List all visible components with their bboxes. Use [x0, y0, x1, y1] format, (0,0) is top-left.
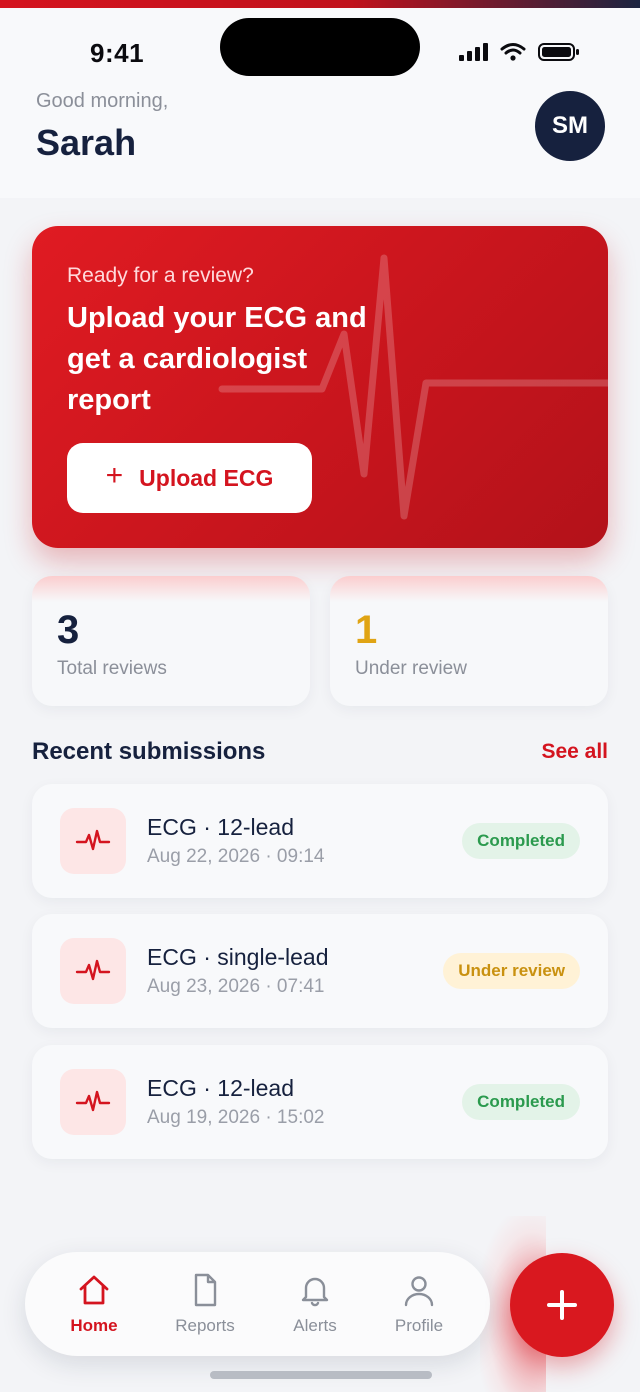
status-icons	[458, 40, 580, 64]
submission-title: ECG · single-lead	[147, 944, 329, 970]
bell-icon	[301, 1277, 329, 1307]
greeting-text: Good morning,	[36, 90, 169, 112]
upload-ecg-label: Upload ECG	[139, 464, 274, 491]
stat-value: 3	[57, 608, 80, 652]
user-icon	[404, 1276, 434, 1307]
upload-hero-card: Ready for a review? Upload your ECG and …	[32, 226, 608, 548]
nav-label: Alerts	[293, 1316, 337, 1335]
heartbeat-icon	[60, 1069, 126, 1135]
stat-value: 1	[355, 608, 378, 652]
list-item[interactable]: ECG · 12-lead Aug 22, 2026 · 09:14 Compl…	[32, 784, 608, 898]
see-all-link[interactable]: See all	[541, 740, 608, 764]
battery-icon	[538, 43, 579, 61]
avatar[interactable]: SM	[535, 91, 605, 161]
nav-label: Reports	[175, 1316, 235, 1335]
section-title: Recent submissions	[32, 738, 266, 765]
nav-item-home[interactable]: Home	[44, 1272, 144, 1342]
top-accent-line	[0, 0, 640, 8]
plus-icon: +	[105, 459, 124, 492]
list-item[interactable]: ECG · 12-lead Aug 19, 2026 · 15:02 Compl…	[32, 1045, 608, 1159]
upload-ecg-button[interactable]: + Upload ECG	[67, 443, 312, 513]
signal-icon	[459, 43, 488, 61]
stat-card-under-review: 1 Under review	[330, 576, 608, 706]
nav-item-profile[interactable]: Profile	[369, 1272, 469, 1342]
nav-item-reports[interactable]: Reports	[155, 1272, 255, 1342]
submission-title: ECG · 12-lead	[147, 1075, 295, 1101]
status-time: 9:41	[90, 38, 145, 68]
nav-item-alerts[interactable]: Alerts	[265, 1272, 365, 1342]
nav-label: Profile	[394, 1316, 444, 1335]
status-badge: Under review	[443, 953, 580, 989]
list-item[interactable]: ECG · single-lead Aug 23, 2026 · 07:41 U…	[32, 914, 608, 1028]
submission-title: ECG · 12-lead	[147, 814, 295, 840]
status-badge: Completed	[462, 823, 580, 859]
heartbeat-icon	[60, 808, 126, 874]
home-indicator	[210, 1371, 432, 1379]
stat-card-total-reviews: 3 Total reviews	[32, 576, 310, 706]
stat-label: Total reviews	[57, 658, 167, 679]
document-icon	[194, 1273, 217, 1307]
home-icon	[79, 1275, 109, 1305]
add-fab-button[interactable]	[510, 1253, 614, 1357]
stat-label: Under review	[355, 658, 467, 679]
nav-label: Home	[70, 1316, 118, 1335]
user-name: Sarah	[36, 122, 137, 163]
hero-title: Upload your ECG and get a cardiologist r…	[67, 302, 367, 416]
submission-date: Aug 19, 2026 · 15:02	[147, 1107, 325, 1128]
hero-kicker: Ready for a review?	[67, 264, 254, 287]
status-badge: Completed	[462, 1084, 580, 1120]
bottom-nav: Home Reports Alerts Profile	[25, 1252, 490, 1356]
wifi-icon	[500, 43, 526, 61]
dynamic-island	[220, 18, 420, 76]
plus-icon	[547, 1290, 577, 1320]
submission-date: Aug 23, 2026 · 07:41	[147, 976, 325, 997]
submission-date: Aug 22, 2026 · 09:14	[147, 846, 325, 867]
heartbeat-icon	[60, 938, 126, 1004]
